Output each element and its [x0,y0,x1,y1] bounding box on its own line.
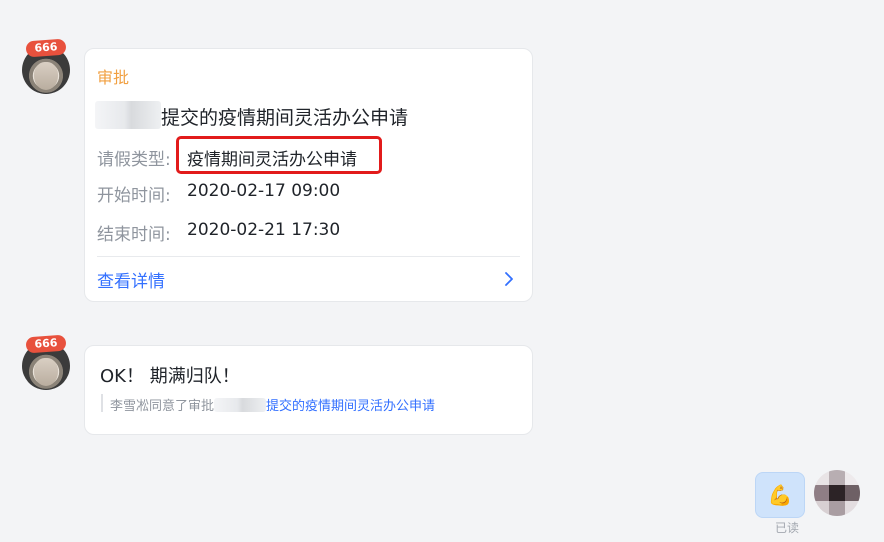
avatar-face [34,358,58,386]
approval-app-label: 审批 [97,68,130,87]
chevron-right-icon[interactable] [502,269,516,289]
redacted-name [214,398,267,412]
quoted-approval: 李雪凇同意了审批 提交的疫情期间灵活办公申请 [110,395,435,414]
avatar-badge: 666 [25,38,67,58]
quote-bar [101,394,103,412]
approval-card[interactable]: 审批 提交的疫情期间灵活办公申请 请假类型: 疫情期间灵活办公申请 开始时间: … [84,48,533,302]
quote-approval-link[interactable]: 提交的疫情期间灵活办公申请 [266,399,435,414]
end-time-label: 结束时间: [97,225,171,245]
self-avatar[interactable] [814,470,860,516]
card-divider [97,256,520,257]
start-time-value: 2020-02-17 09:00 [187,181,341,201]
reaction-message[interactable]: 💪 [755,472,805,518]
sender-avatar[interactable]: 666 [22,334,70,390]
sender-avatar[interactable]: 666 [22,38,70,94]
reply-message-bubble[interactable]: OK！ 期满归队！ 李雪凇同意了审批 提交的疫情期间灵活办公申请 [84,345,533,435]
avatar-badge: 666 [25,334,67,354]
reply-message-text: OK！ 期满归队！ [100,366,240,387]
redacted-name [95,101,161,129]
chat-area: 666 审批 提交的疫情期间灵活办公申请 请假类型: 疫情期间灵活办公申请 开始… [0,0,884,542]
approval-title: 提交的疫情期间灵活办公申请 [161,107,409,129]
read-status: 已读 [775,521,800,535]
leave-type-label: 请假类型: [97,150,171,170]
highlight-box [176,136,382,174]
quote-prefix: 李雪凇同意了审批 [110,399,215,414]
end-time-value: 2020-02-21 17:30 [187,220,341,240]
avatar-face [34,62,58,90]
flexed-biceps-icon: 💪 [767,483,793,507]
view-details-link[interactable]: 查看详情 [97,267,165,292]
start-time-label: 开始时间: [97,186,171,206]
